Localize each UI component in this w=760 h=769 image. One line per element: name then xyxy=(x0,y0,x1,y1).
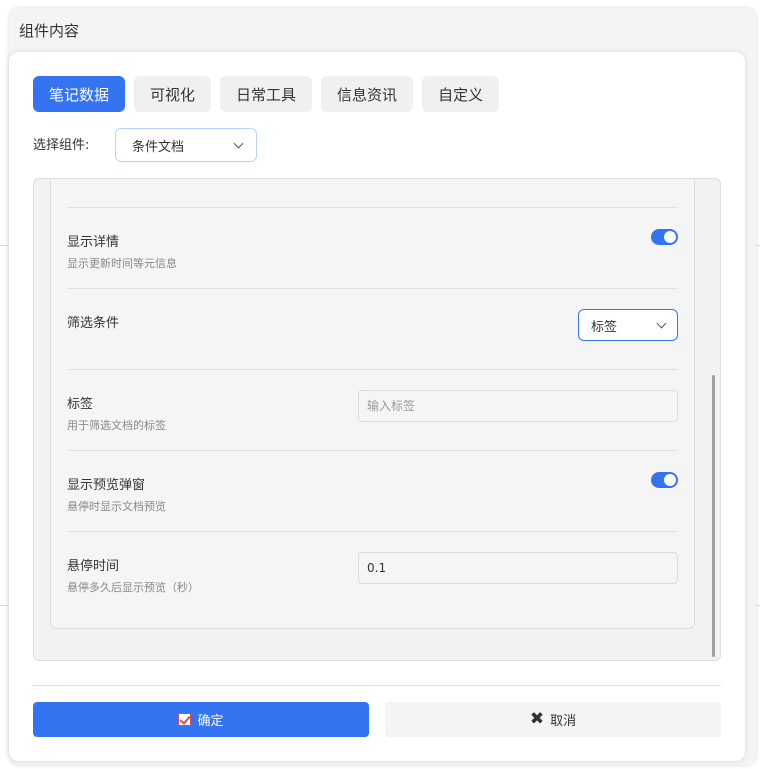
tab-news[interactable]: 信息资讯 xyxy=(321,76,414,112)
setting-title: 悬停时间 xyxy=(67,559,120,574)
setting-row-show-details: 显示详情 显示更新时间等元信息 xyxy=(67,207,678,288)
footer-divider xyxy=(33,685,721,686)
show-details-toggle[interactable] xyxy=(651,229,678,245)
bg-divider xyxy=(0,605,8,606)
setting-row-tag: 标签 用于筛选文档的标签 xyxy=(67,369,678,450)
confirm-button[interactable]: 确定 xyxy=(33,702,369,737)
filter-select[interactable]: 标签 xyxy=(578,309,678,341)
component-settings-dialog: 笔记数据 可视化 日常工具 信息资讯 自定义 选择组件: 条件文档 显示详情 显… xyxy=(9,52,745,761)
setting-title: 标签 xyxy=(67,397,94,412)
tag-input[interactable] xyxy=(358,390,678,422)
close-icon: ✖ xyxy=(529,709,545,729)
setting-title: 显示详情 xyxy=(67,235,120,250)
setting-title: 筛选条件 xyxy=(67,316,120,331)
component-select[interactable]: 条件文档 xyxy=(115,128,257,162)
component-select-value: 条件文档 xyxy=(132,139,185,155)
chevron-down-icon xyxy=(656,318,667,328)
setting-desc: 显示更新时间等元信息 xyxy=(67,257,177,270)
component-content-window: 组件内容 笔记数据 可视化 日常工具 信息资讯 自定义 选择组件: 条件文档 显… xyxy=(9,8,756,765)
chevron-down-icon xyxy=(233,138,244,148)
tab-custom[interactable]: 自定义 xyxy=(422,76,500,112)
tab-visualization[interactable]: 可视化 xyxy=(134,76,212,112)
setting-desc: 用于筛选文档的标签 xyxy=(67,419,166,432)
confirm-label: 确定 xyxy=(197,714,224,729)
setting-row-hover-time: 悬停时间 悬停多久后显示预览（秒） xyxy=(67,531,678,612)
cancel-button[interactable]: ✖ 取消 xyxy=(385,702,721,737)
bg-divider xyxy=(0,245,8,246)
checkbox-check-icon xyxy=(178,713,192,726)
preview-popup-toggle[interactable] xyxy=(651,472,678,488)
component-picker-label: 选择组件: xyxy=(33,138,90,153)
setting-desc: 悬停多久后显示预览（秒） xyxy=(67,581,199,594)
filter-select-value: 标签 xyxy=(591,319,618,335)
settings-card: 显示详情 显示更新时间等元信息 筛选条件 标签 标签 用于筛选文档的标签 输入标… xyxy=(50,179,695,629)
setting-desc: 悬停时显示文档预览 xyxy=(67,500,166,513)
setting-row-preview-popup: 显示预览弹窗 悬停时显示文档预览 xyxy=(67,450,678,531)
window-title: 组件内容 xyxy=(19,22,80,40)
settings-panel: 显示详情 显示更新时间等元信息 筛选条件 标签 标签 用于筛选文档的标签 输入标… xyxy=(33,178,721,661)
tab-daily-tools[interactable]: 日常工具 xyxy=(220,76,313,112)
setting-row-filter: 筛选条件 标签 xyxy=(67,288,678,369)
tab-note-data[interactable]: 笔记数据 xyxy=(33,76,126,112)
setting-title: 显示预览弹窗 xyxy=(67,478,146,493)
hover-time-input[interactable] xyxy=(358,552,678,584)
cancel-label: 取消 xyxy=(550,714,577,729)
panel-scrollbar[interactable] xyxy=(712,375,715,657)
category-tabs: 笔记数据 可视化 日常工具 信息资讯 自定义 xyxy=(33,76,500,112)
